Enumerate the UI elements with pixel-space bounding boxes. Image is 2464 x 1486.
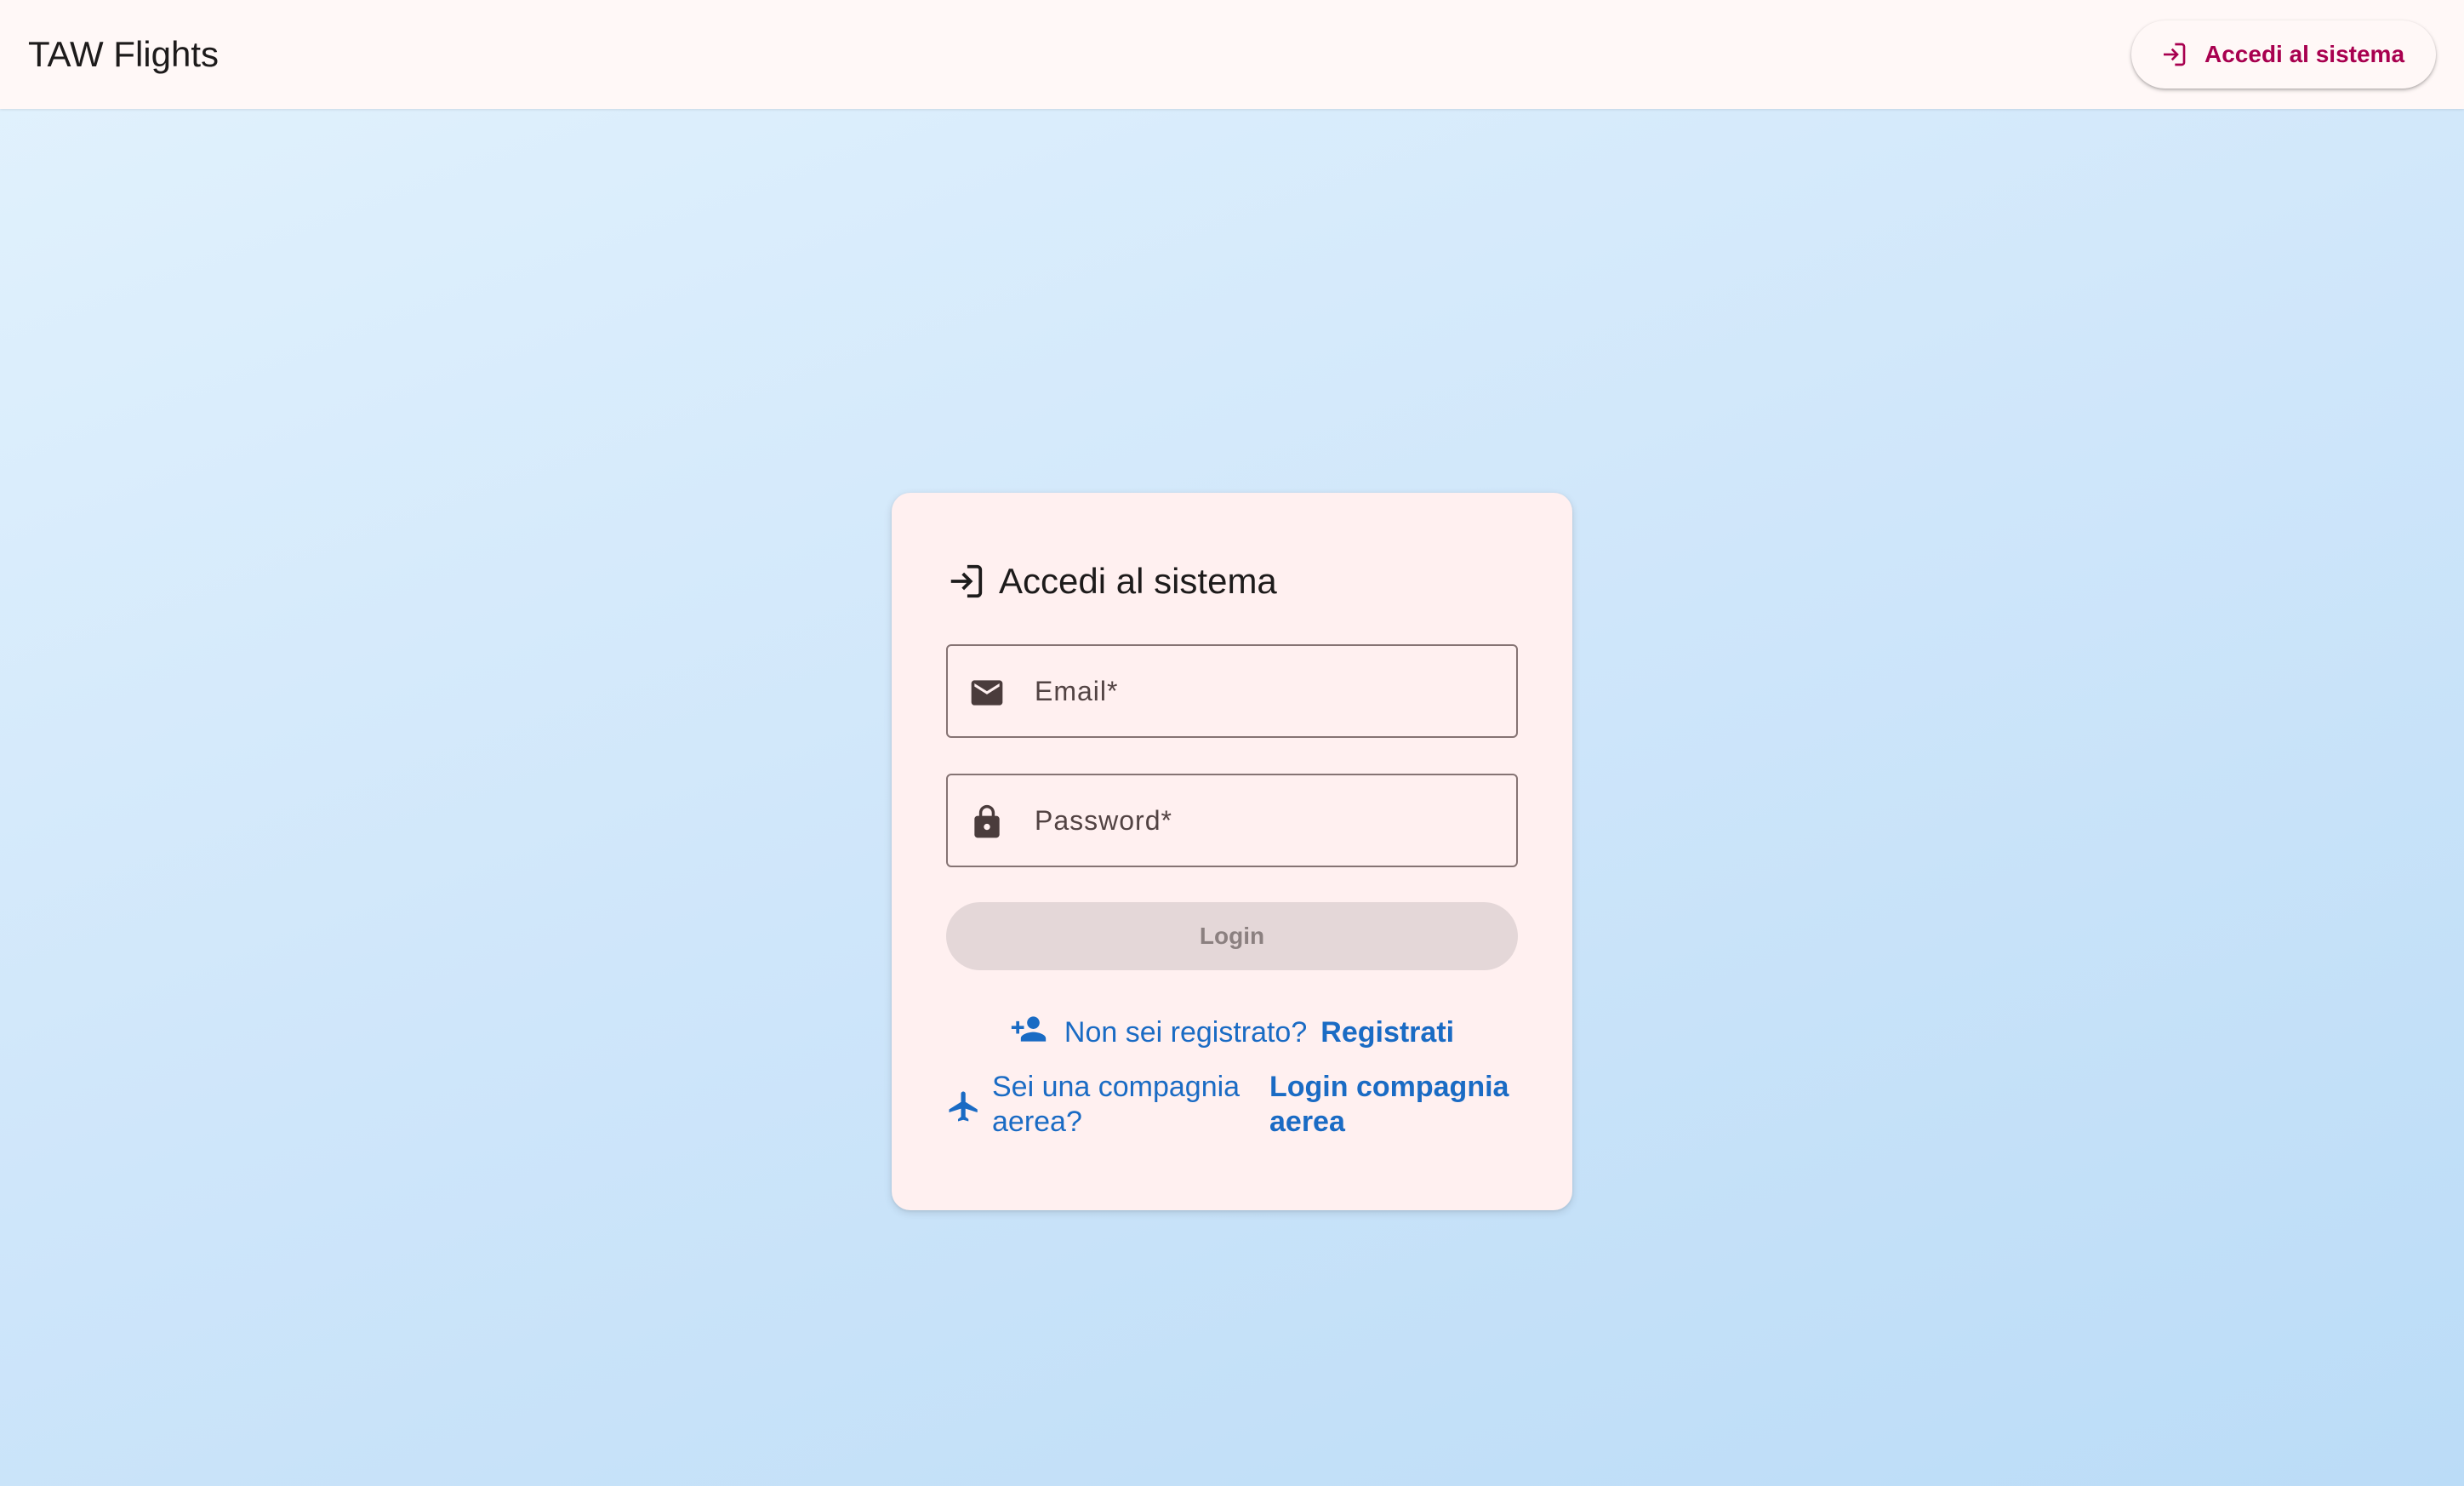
email-icon [971,680,1003,706]
airline-row: Sei una compagnia aerea? Login compagnia… [946,1070,1525,1146]
airline-question: Sei una compagnia aerea? [992,1071,1241,1138]
top-app-bar: TAW Flights Accedi al sistema [0,0,2464,109]
header-login-button-label: Accedi al sistema [2204,41,2405,67]
register-question: Non sei registrato? [1064,1015,1308,1049]
login-button[interactable]: Login [946,902,1518,970]
login-icon [2164,43,2186,66]
header-login-button[interactable]: Accedi al sistema [2131,20,2436,89]
email-field[interactable]: Email* [946,644,1518,738]
register-row: Non sei registrato? Registrati [892,1009,1572,1056]
lock-icon [974,804,1000,838]
login-card: Accedi al sistema Email* Password* Login… [892,493,1572,1210]
register-link[interactable]: Registrati [1320,1016,1454,1049]
password-field[interactable]: Password* [946,774,1518,867]
airline-login-link[interactable]: Login compagnia aerea [1269,1070,1525,1140]
card-header: Accedi al sistema [946,556,1277,607]
app-title: TAW Flights [28,34,220,74]
card-title: Accedi al sistema [999,561,1277,601]
airplane-icon [949,1091,978,1122]
password-field-label: Password* [1035,805,1172,836]
person-add-icon [1011,1016,1047,1042]
email-field-label: Email* [1035,676,1119,706]
login-icon [950,564,983,598]
